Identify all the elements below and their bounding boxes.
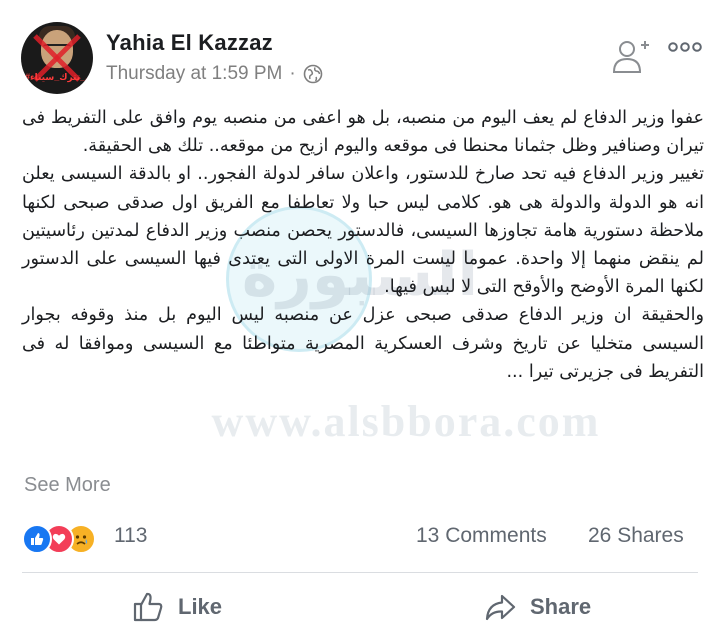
engagement-bar: 113 13 Comments 26 Shares [0, 516, 720, 558]
meta-separator: · [289, 63, 296, 84]
share-label: Share [530, 594, 592, 619]
reaction-count[interactable]: 113 [114, 524, 147, 548]
like-button[interactable]: Like [132, 589, 222, 625]
avatar-x-icon [33, 34, 81, 82]
more-options-icon[interactable] [668, 38, 702, 56]
post-paragraph: تغيير وزير الدفاع فيه تحد صارخ للدستور، … [22, 164, 704, 298]
post-header: #لن_تترك_سيناء Yahia El Kazzaz Thursday … [0, 0, 720, 100]
post-timestamp[interactable]: Thursday at 1:59 PM [106, 63, 282, 85]
author-avatar[interactable]: #لن_تترك_سيناء [21, 22, 93, 94]
like-label: Like [178, 594, 223, 619]
share-arrow-icon [485, 594, 516, 621]
comments-count[interactable]: 13 Comments [416, 524, 547, 548]
share-button[interactable]: Share [484, 589, 591, 625]
thumbs-up-icon [133, 592, 163, 622]
post-meta: Thursday at 1:59 PM · [106, 63, 323, 85]
reaction-icons[interactable] [22, 524, 112, 554]
watermark-url: www.alsbbora.com [211, 397, 601, 446]
shares-count[interactable]: 26 Shares [588, 524, 684, 548]
action-divider [22, 572, 698, 573]
post-body: عفوا وزير الدفاع لم يعف اليوم من منصبه، … [22, 104, 704, 386]
post-paragraph: والحقيقة ان وزير الدفاع صدقى صبحى عزل عن… [22, 305, 704, 382]
post-paragraph: عفوا وزير الدفاع لم يعف اليوم من منصبه، … [22, 108, 704, 157]
globe-icon[interactable] [303, 64, 323, 84]
avatar-hashtag: #لن_تترك_سيناء [25, 72, 93, 82]
add-friend-icon[interactable] [611, 38, 651, 74]
like-reaction-icon [22, 524, 52, 554]
author-name[interactable]: Yahia El Kazzaz [106, 30, 273, 56]
see-more-link[interactable]: See More [24, 474, 111, 497]
